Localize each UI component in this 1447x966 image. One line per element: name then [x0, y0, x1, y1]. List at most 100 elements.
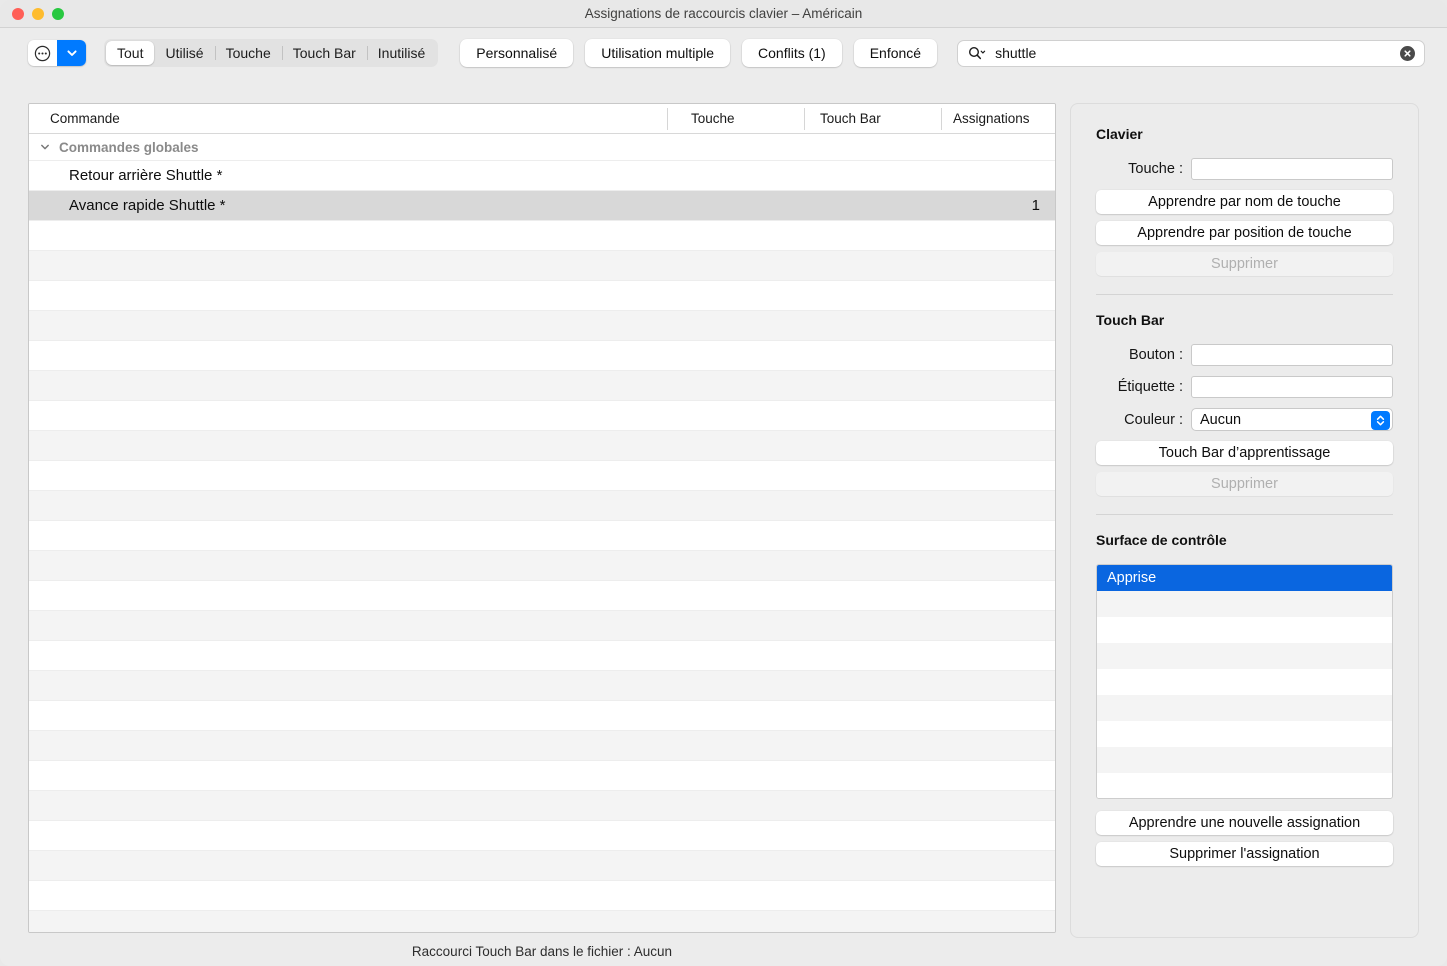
conflits-label: Conflits (1) — [758, 45, 826, 61]
learn-by-key-position-button[interactable]: Apprendre par position de touche — [1096, 221, 1393, 245]
table-row-empty[interactable] — [29, 911, 1055, 933]
learn-touch-bar-button[interactable]: Touch Bar d’apprentissage — [1096, 441, 1393, 465]
learn-by-key-name-button[interactable]: Apprendre par nom de touche — [1096, 190, 1393, 214]
learn-touch-bar-label: Touch Bar d’apprentissage — [1159, 445, 1331, 461]
table-row-empty[interactable] — [29, 491, 1055, 521]
section-title-control-surface: Surface de contrôle — [1096, 532, 1393, 548]
table-row-empty[interactable] — [29, 731, 1055, 761]
footer-note: Raccourci Touch Bar dans le fichier : Au… — [28, 944, 1056, 959]
section-title-clavier: Clavier — [1096, 126, 1393, 142]
filter-touche[interactable]: Touche — [215, 41, 282, 65]
table-row-empty[interactable] — [29, 701, 1055, 731]
filter-touch-bar[interactable]: Touch Bar — [282, 41, 367, 65]
table-row-empty[interactable] — [29, 461, 1055, 491]
minimize-button[interactable] — [32, 8, 44, 20]
table-row-empty[interactable] — [29, 221, 1055, 251]
list-item-label: Apprise — [1107, 570, 1156, 586]
utilisation-multiple-label: Utilisation multiple — [601, 45, 714, 61]
close-button[interactable] — [12, 8, 24, 20]
commands-table[interactable]: Commande Touche Touch Bar Assignations C… — [28, 103, 1056, 933]
personnalise-button[interactable]: Personnalisé — [460, 39, 573, 67]
column-header-touche[interactable]: Touche — [667, 104, 804, 134]
clear-icon[interactable] — [1400, 46, 1415, 61]
chevron-up-down-icon[interactable] — [1371, 411, 1390, 430]
list-item-empty[interactable] — [1097, 617, 1392, 643]
enfonce-button[interactable]: Enfoncé — [854, 39, 937, 67]
chevron-down-icon[interactable] — [39, 141, 51, 153]
delete-touch-bar-button: Supprimer — [1096, 472, 1393, 496]
bouton-label: Bouton : — [1096, 347, 1183, 363]
column-header-assignations[interactable]: Assignations — [941, 104, 1054, 134]
table-row-empty[interactable] — [29, 761, 1055, 791]
table-row-empty[interactable] — [29, 341, 1055, 371]
touche-input[interactable] — [1191, 158, 1393, 180]
filter-utilise[interactable]: Utilisé — [154, 41, 214, 65]
chevron-down-icon-button[interactable] — [57, 40, 86, 66]
filter-inutilise-label: Inutilisé — [378, 45, 425, 61]
table-row-empty[interactable] — [29, 671, 1055, 701]
control-surface-list[interactable]: Apprise — [1096, 564, 1393, 799]
etiquette-input[interactable] — [1191, 376, 1393, 398]
table-row-empty[interactable] — [29, 311, 1055, 341]
utilisation-multiple-button[interactable]: Utilisation multiple — [585, 39, 730, 67]
bouton-input[interactable] — [1191, 344, 1393, 366]
search-icon[interactable] — [968, 46, 986, 60]
ellipsis-circle-icon — [34, 45, 51, 62]
chevron-down-icon — [65, 46, 79, 60]
cell-assignations: 1 — [941, 197, 1054, 214]
list-item-empty[interactable] — [1097, 669, 1392, 695]
table-row-empty[interactable] — [29, 791, 1055, 821]
table-row-empty[interactable] — [29, 641, 1055, 671]
table-group-row[interactable]: Commandes globales — [29, 134, 1055, 161]
section-title-touch-bar: Touch Bar — [1096, 312, 1393, 328]
list-item-empty[interactable] — [1097, 591, 1392, 617]
table-row[interactable]: Retour arrière Shuttle * — [29, 161, 1055, 191]
table-row-empty[interactable] — [29, 251, 1055, 281]
learn-by-key-position-label: Apprendre par position de touche — [1137, 225, 1351, 241]
filter-tout[interactable]: Tout — [106, 41, 154, 65]
table-row-empty[interactable] — [29, 431, 1055, 461]
filter-touche-label: Touche — [226, 45, 271, 61]
table-row-empty[interactable] — [29, 371, 1055, 401]
view-options-segmented-control[interactable] — [28, 40, 86, 66]
list-item[interactable]: Apprise — [1097, 565, 1392, 591]
list-item-empty[interactable] — [1097, 773, 1392, 799]
list-item-empty[interactable] — [1097, 695, 1392, 721]
table-row-empty[interactable] — [29, 581, 1055, 611]
table-row-empty[interactable] — [29, 521, 1055, 551]
delete-key-button: Supprimer — [1096, 252, 1393, 276]
ellipsis-circle-icon-button[interactable] — [28, 40, 57, 66]
list-item-empty[interactable] — [1097, 721, 1392, 747]
table-row-empty[interactable] — [29, 611, 1055, 641]
keyboard-shortcuts-window: Assignations de raccourcis clavier – Amé… — [0, 0, 1447, 966]
learn-by-key-name-label: Apprendre par nom de touche — [1148, 194, 1341, 210]
inspector-sidebar: Clavier Touche : Apprendre par nom de to… — [1070, 103, 1419, 938]
search-input[interactable]: shuttle — [995, 45, 1400, 61]
zoom-button[interactable] — [52, 8, 64, 20]
table-row[interactable]: Avance rapide Shuttle * 1 — [29, 191, 1055, 221]
list-item-empty[interactable] — [1097, 747, 1392, 773]
bouton-field-row: Bouton : — [1096, 344, 1393, 366]
column-header-commande[interactable]: Commande — [29, 104, 667, 134]
table-row-empty[interactable] — [29, 821, 1055, 851]
delete-key-label: Supprimer — [1211, 256, 1278, 272]
table-row-empty[interactable] — [29, 401, 1055, 431]
delete-assignment-button[interactable]: Supprimer l'assignation — [1096, 842, 1393, 866]
filter-segmented-control[interactable]: Tout Utilisé Touche Touch Bar Inutilisé — [104, 39, 438, 67]
learn-new-assignment-button[interactable]: Apprendre une nouvelle assignation — [1096, 811, 1393, 835]
conflits-button[interactable]: Conflits (1) — [742, 39, 842, 67]
couleur-select[interactable]: Aucun — [1191, 408, 1393, 431]
list-item-empty[interactable] — [1097, 643, 1392, 669]
section-divider — [1096, 514, 1393, 515]
couleur-label: Couleur : — [1096, 412, 1183, 428]
window-title: Assignations de raccourcis clavier – Amé… — [0, 6, 1447, 21]
table-row-empty[interactable] — [29, 551, 1055, 581]
filter-inutilise[interactable]: Inutilisé — [367, 41, 436, 65]
search-field[interactable]: shuttle — [957, 40, 1425, 67]
table-row-empty[interactable] — [29, 281, 1055, 311]
column-header-touch-bar[interactable]: Touch Bar — [804, 104, 941, 134]
filter-touch-bar-label: Touch Bar — [293, 45, 356, 61]
table-row-empty[interactable] — [29, 851, 1055, 881]
table-row-empty[interactable] — [29, 881, 1055, 911]
traffic-lights — [12, 8, 64, 20]
